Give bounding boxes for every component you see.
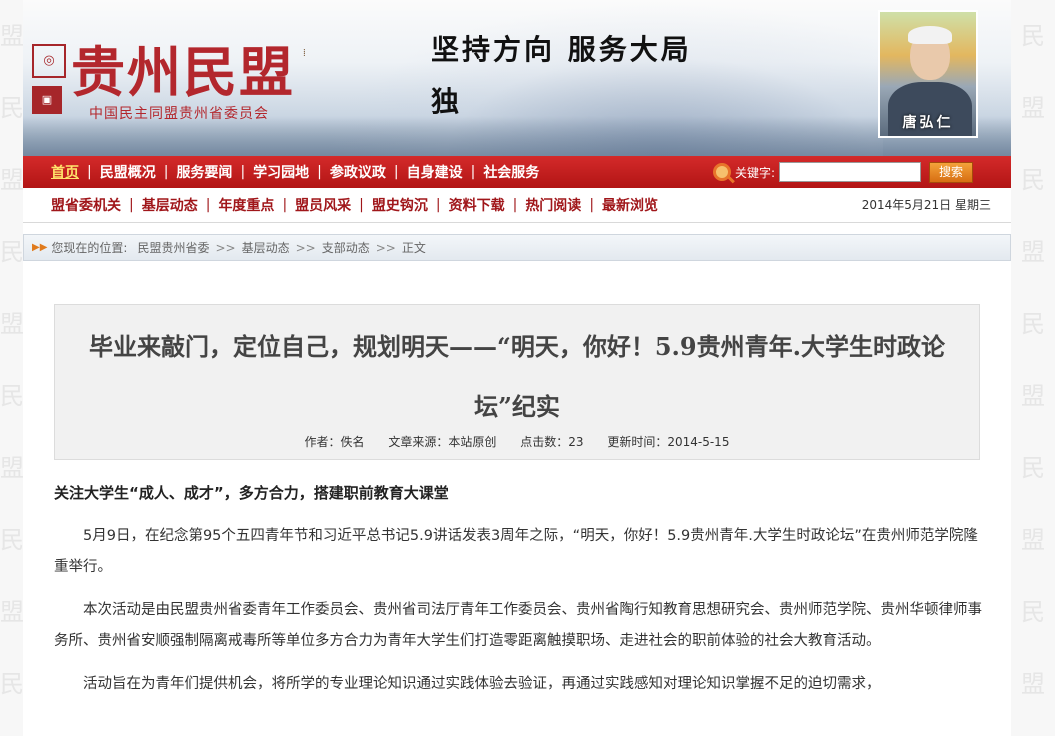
search-bar: 关键字: 搜索: [713, 156, 974, 188]
header-banner: ◎ ▣ 贵州民盟 中国民主同盟贵州省委员会 ⁞ 坚持方向 服务大局 独 唐弘仁: [23, 0, 1011, 156]
article-paragraph: 活动旨在为青年们提供机会，将所学的专业理论知识通过实践体验去验证，再通过实践感知…: [83, 676, 881, 692]
subnav-latest[interactable]: 最新浏览: [602, 195, 658, 215]
site-subtitle: 中国民主同盟贵州省委员会: [89, 106, 269, 122]
page-container: ◎ ▣ 贵州民盟 中国民主同盟贵州省委员会 ⁞ 坚持方向 服务大局 独 唐弘仁 …: [23, 0, 1011, 736]
breadcrumb-arrow-icon: ▶▶: [32, 242, 48, 253]
site-logo[interactable]: 贵州民盟: [71, 28, 295, 107]
search-label: 关键字:: [735, 165, 776, 180]
subnav-history[interactable]: 盟史钩沉: [372, 195, 428, 215]
nav-self-building[interactable]: 自身建设: [407, 162, 463, 182]
nav-divider: |: [240, 164, 246, 180]
article-header: 毕业来敲门，定位自己，规划明天——“明天，你好！5.9贵州青年.大学生时政论坛”…: [54, 304, 980, 460]
breadcrumb-item[interactable]: 基层动态: [242, 239, 290, 256]
article-author: 作者：佚名: [304, 435, 365, 449]
breadcrumb-item[interactable]: 支部动态: [322, 239, 370, 256]
nav-divider: |: [470, 164, 476, 180]
logo-stamp-icon: ▣: [32, 86, 62, 114]
article-title: 毕业来敲门，定位自己，规划明天——“明天，你好！5.9贵州青年.大学生时政论坛”…: [89, 332, 945, 421]
subnav-popular[interactable]: 热门阅读: [525, 195, 581, 215]
article-paragraph: 5月9日，在纪念第95个五四青年节和习近平总书记5.9讲话发表3周年之际，“明天…: [54, 528, 978, 575]
article-meta: 作者：佚名 文章来源：本站原创 点击数：23 更新时间：2014-5-15: [55, 433, 979, 450]
background-pattern-left: 盟民盟民盟民盟民盟民盟: [0, 22, 24, 698]
nav-study[interactable]: 学习园地: [253, 162, 309, 182]
subnav-downloads[interactable]: 资料下载: [449, 195, 505, 215]
background-pattern-right: 民盟民盟民盟民盟民盟民: [1021, 22, 1045, 698]
search-button[interactable]: 搜索: [929, 161, 974, 183]
subnav-provincial-office[interactable]: 盟省委机关: [51, 195, 121, 215]
article-source: 文章来源：本站原创: [388, 435, 497, 449]
sub-nav: 盟省委机关 | 基层动态 | 年度重点 | 盟员风采 | 盟史钩沉 | 资料下载…: [23, 188, 1011, 223]
calligraphy-signature-icon: ⁞: [303, 48, 306, 59]
nav-divider: |: [163, 164, 169, 180]
subnav-divider: |: [129, 197, 134, 213]
search-input[interactable]: [779, 162, 922, 182]
breadcrumb-current: 正文: [401, 241, 426, 255]
article-paragraph: 本次活动是由民盟贵州省委青年工作委员会、贵州省司法厅青年工作委员会、贵州省陶行知…: [54, 602, 982, 649]
nav-divider: |: [393, 164, 399, 180]
logo-seal-icon: ◎: [32, 44, 66, 78]
portrait-hair: [908, 26, 952, 44]
article-subheading: 关注大学生“成人、成才”，多方合力，搭建职前教育大课堂: [54, 484, 449, 502]
article-updated: 更新时间：2014-5-15: [607, 435, 730, 449]
subnav-divider: |: [512, 197, 518, 213]
breadcrumb: ▶▶ 您现在的位置: 民盟贵州省委 >> 基层动态 >> 支部动态 >> 正文: [23, 234, 1011, 261]
portrait-caption: 唐弘仁: [902, 115, 954, 131]
subnav-divider: |: [282, 197, 288, 213]
banner-slogan: 坚持方向 服务大局: [431, 33, 692, 66]
nav-divider: |: [317, 164, 322, 180]
portrait-photo: 唐弘仁: [878, 10, 978, 138]
nav-social-service[interactable]: 社会服务: [483, 162, 539, 182]
subnav-divider: |: [435, 197, 441, 213]
article-body: 关注大学生“成人、成才”，多方合力，搭建职前教育大课堂 5月9日，在纪念第95个…: [54, 478, 984, 712]
subnav-grassroots[interactable]: 基层动态: [142, 195, 198, 215]
nav-politics[interactable]: 参政议政: [330, 162, 386, 182]
subnav-divider: |: [359, 197, 364, 213]
banner-slogan-continued: 独: [431, 85, 460, 118]
breadcrumb-separator-icon: >>: [375, 240, 396, 255]
nav-home[interactable]: 首页: [51, 162, 79, 182]
subnav-divider: |: [205, 197, 211, 213]
subnav-member-profiles[interactable]: 盟员风采: [295, 195, 351, 215]
breadcrumb-separator-icon: >>: [295, 240, 316, 255]
nav-news[interactable]: 服务要闻: [176, 162, 232, 182]
subnav-annual-focus[interactable]: 年度重点: [218, 195, 274, 215]
breadcrumb-item[interactable]: 民盟贵州省委: [137, 239, 209, 256]
subnav-divider: |: [589, 197, 595, 213]
search-icon: [713, 163, 731, 181]
nav-about[interactable]: 民盟概况: [100, 162, 156, 182]
article-clicks: 点击数：23: [520, 435, 584, 449]
breadcrumb-prefix: 您现在的位置:: [51, 241, 128, 255]
main-nav: 首页 | 民盟概况 | 服务要闻 | 学习园地 | 参政议政 | 自身建设 | …: [23, 156, 1011, 188]
nav-divider: |: [87, 164, 92, 180]
current-date: 2014年5月21日 星期三: [861, 198, 991, 212]
breadcrumb-separator-icon: >>: [215, 240, 236, 255]
